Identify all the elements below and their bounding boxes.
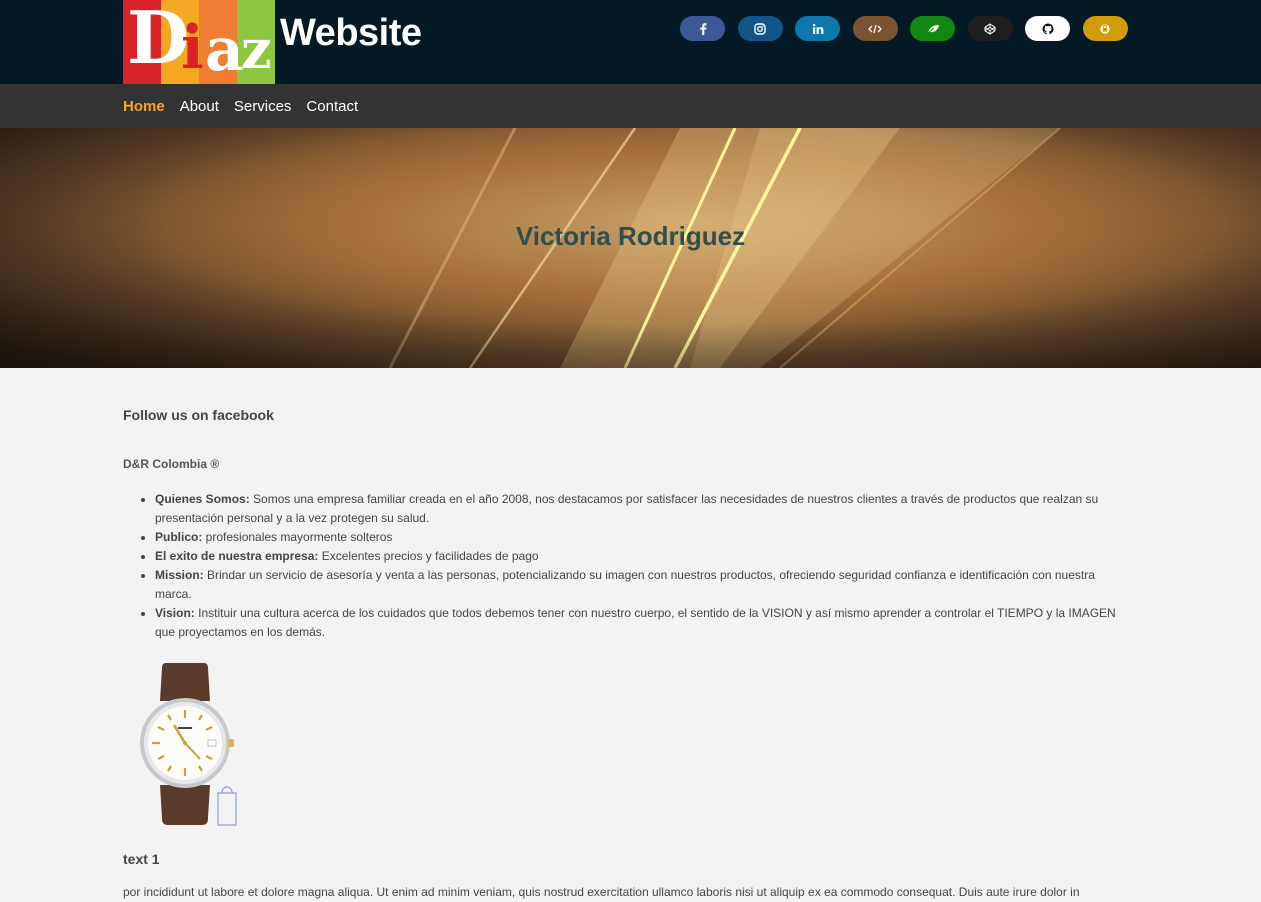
nav-about[interactable]: About (180, 98, 219, 115)
item-label: El exito de nuestra empresa: (155, 549, 319, 563)
list-item: Mission: Brindar un servicio de asesoría… (155, 566, 1120, 604)
item-text: Excelentes precios y facilidades de pago (318, 549, 539, 563)
item-label: Publico: (155, 530, 203, 544)
code-icon[interactable] (852, 16, 898, 41)
main-nav: Home About Services Contact (123, 84, 373, 128)
list-item: Quienes Somos: Somos una empresa familia… (155, 490, 1120, 528)
logo-letter-z: z (241, 17, 272, 81)
nav-home[interactable]: Home (123, 98, 165, 115)
list-item: Publico: profesionales mayormente solter… (155, 528, 1120, 547)
company-info-list: Quienes Somos: Somos una empresa familia… (155, 490, 1120, 642)
brand-name: D&R Colombia ® (123, 457, 220, 471)
gitlab-icon[interactable] (1082, 16, 1128, 41)
list-item: El exito de nuestra empresa: Excelentes … (155, 547, 1120, 566)
nav-contact[interactable]: Contact (306, 98, 358, 115)
text1-body: por incididunt ut labore et dolore magna… (123, 885, 1080, 899)
item-label: Quienes Somos: (155, 492, 250, 506)
wristwatch-image (138, 663, 243, 828)
nav-services[interactable]: Services (234, 98, 292, 115)
social-links (680, 16, 1140, 41)
diaz-logo[interactable]: D i a z (123, 0, 275, 84)
leaf-icon[interactable] (910, 16, 955, 41)
codepen-icon[interactable] (967, 16, 1013, 41)
item-text: profesionales mayormente solteros (202, 530, 393, 544)
logo-letter-a: a (205, 15, 244, 84)
hero-title: Victoria Rodriguez (515, 221, 746, 251)
facebook-icon[interactable] (680, 16, 725, 41)
list-item: Vision: Instituir una cultura acerca de … (155, 604, 1120, 642)
instagram-icon[interactable] (737, 16, 783, 41)
logo-letter-i: i (181, 13, 204, 83)
item-label: Mission: (155, 568, 204, 582)
text1-heading: text 1 (123, 851, 160, 867)
item-text: Instituir una cultura acerca de los cuid… (155, 606, 1116, 639)
item-label: Vision: (155, 606, 195, 620)
hero-banner: Victoria Rodriguez (0, 128, 1261, 368)
main-nav-bar: Home About Services Contact (0, 84, 1261, 128)
follow-heading: Follow us on facebook (123, 407, 274, 423)
github-icon[interactable] (1025, 16, 1070, 41)
item-text: Somos una empresa familiar creada en el … (155, 492, 1099, 525)
site-title[interactable]: Website (280, 12, 422, 55)
item-text: Brindar un servicio de asesoría y venta … (155, 568, 1095, 601)
top-header: D i a z Website (0, 0, 1261, 84)
linkedin-icon[interactable] (795, 16, 840, 41)
